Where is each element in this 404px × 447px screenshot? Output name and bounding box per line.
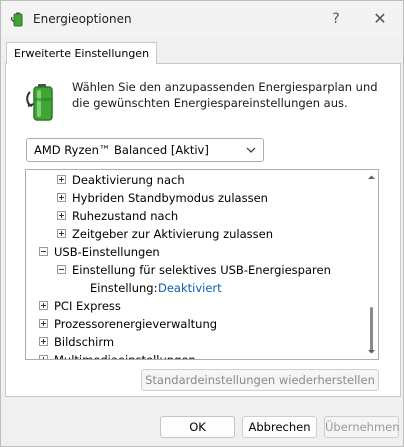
tree-item-setting[interactable]: Einstellung: Deaktiviert xyxy=(26,279,366,297)
tree-item[interactable]: Multimediaeinstellungen xyxy=(26,351,366,360)
cancel-button[interactable]: Abbrechen xyxy=(242,416,317,438)
expand-icon[interactable] xyxy=(39,301,48,310)
expand-icon[interactable] xyxy=(57,193,66,202)
chevron-down-icon xyxy=(246,147,256,153)
setting-label: Einstellung: xyxy=(90,281,158,295)
tree-item[interactable]: Einstellung für selektives USB-Energiesp… xyxy=(26,261,366,279)
expand-icon[interactable] xyxy=(57,211,66,220)
tree-item-label: Prozessorenergieverwaltung xyxy=(54,317,218,331)
tree-item-label: Bildschirm xyxy=(54,335,115,349)
tree-item[interactable]: Zeitgeber zur Aktivierung zulassen xyxy=(26,225,366,243)
tab-panel: Wählen Sie den anzupassenden Energiespar… xyxy=(5,63,401,397)
tree-item-label: Deaktivierung nach xyxy=(72,173,185,187)
expand-icon[interactable] xyxy=(57,175,66,184)
expand-icon[interactable] xyxy=(39,337,48,346)
expand-icon[interactable] xyxy=(39,355,48,359)
scroll-up-arrow-icon[interactable] xyxy=(367,173,376,182)
help-button[interactable]: ? xyxy=(319,5,353,33)
tree-item-label: Zeitgeber zur Aktivierung zulassen xyxy=(72,227,273,241)
expand-icon[interactable] xyxy=(39,319,48,328)
energy-options-dialog: Energieoptionen ? ✕ Erweiterte Einstellu… xyxy=(0,0,404,447)
power-plan-dropdown[interactable]: AMD Ryzen™ Balanced [Aktiv] xyxy=(26,138,264,162)
power-options-icon xyxy=(11,12,23,27)
tree-item[interactable]: Hybriden Standbymodus zulassen xyxy=(26,189,366,207)
collapse-icon[interactable] xyxy=(39,247,48,256)
tab-advanced-settings[interactable]: Erweiterte Einstellungen xyxy=(6,42,158,64)
tree-item-label: Ruhezustand nach xyxy=(72,209,179,223)
tree-item[interactable]: USB-Einstellungen xyxy=(26,243,366,261)
tree-item-label: Multimediaeinstellungen xyxy=(54,353,196,360)
scroll-down-arrow-icon[interactable] xyxy=(367,347,376,356)
expand-icon[interactable] xyxy=(57,229,66,238)
restore-defaults-button[interactable]: Standardeinstellungen wiederherstellen xyxy=(141,369,379,391)
instruction-text: Wählen Sie den anzupassenden Energiespar… xyxy=(72,80,378,110)
setting-value-link[interactable]: Deaktiviert xyxy=(158,279,222,297)
tree-item-label: Einstellung für selektives USB-Energiesp… xyxy=(72,263,331,277)
tree-item[interactable]: Bildschirm xyxy=(26,333,366,351)
tree-item[interactable]: Ruhezustand nach xyxy=(26,207,366,225)
tree-scrollbar[interactable] xyxy=(365,170,378,359)
tree-item-label: PCI Express xyxy=(54,299,121,313)
tree-item-label: Hybriden Standbymodus zulassen xyxy=(72,191,268,205)
settings-tree[interactable]: Deaktivierung nach Hybriden Standbymodus… xyxy=(25,169,379,360)
title-bar[interactable]: Energieoptionen ? ✕ xyxy=(1,1,403,37)
power-plan-value: AMD Ryzen™ Balanced [Aktiv] xyxy=(34,143,209,157)
battery-power-icon xyxy=(26,84,53,121)
tree-item[interactable]: Deaktivierung nach xyxy=(26,171,366,189)
window-title: Energieoptionen xyxy=(33,12,132,26)
tree-item[interactable]: PCI Express xyxy=(26,297,366,315)
tree-item-label: USB-Einstellungen xyxy=(54,245,160,259)
apply-button[interactable]: Übernehmen xyxy=(324,416,400,438)
ok-button[interactable]: OK xyxy=(160,416,235,438)
collapse-icon[interactable] xyxy=(57,265,66,274)
tree-item[interactable]: Prozessorenergieverwaltung xyxy=(26,315,366,333)
close-button[interactable]: ✕ xyxy=(363,5,397,33)
